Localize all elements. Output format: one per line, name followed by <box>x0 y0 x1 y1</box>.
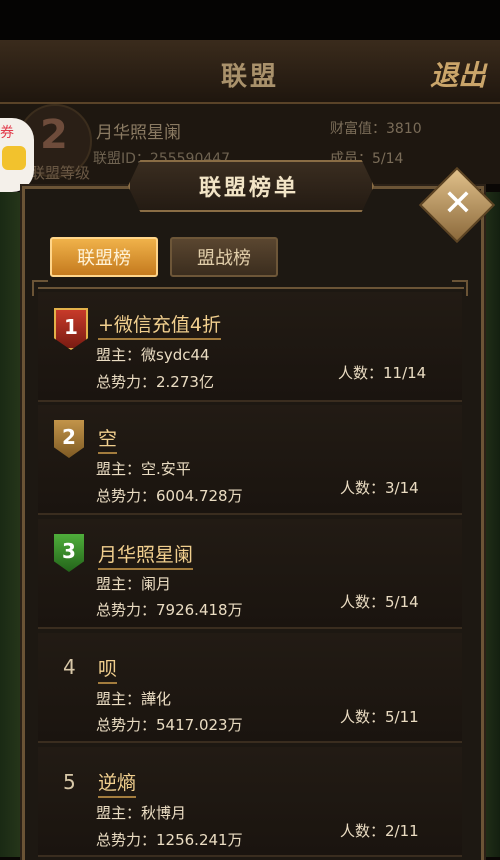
alliance-leader: 盟主：空.安平 <box>96 460 191 478</box>
alliance-level-label: 联盟等级 <box>30 164 91 182</box>
alliance-member-count: 人数：11/14 <box>338 364 427 382</box>
alliance-leader: 盟主：微sydc44 <box>96 346 210 364</box>
tab-divider <box>38 287 464 289</box>
alliance-power: 总势力：6004.728万 <box>96 487 243 505</box>
modal-title: 联盟榜单 <box>198 176 299 201</box>
alliance-leader: 盟主：阑月 <box>96 575 172 593</box>
alliance-leader: 盟主：譁化 <box>96 690 172 708</box>
tab-alliance-ranking[interactable]: 联盟榜 <box>50 237 158 277</box>
alliance-name[interactable]: +微信充值4折 <box>98 310 222 340</box>
rank-number: 5 <box>63 770 76 794</box>
alliance-member-count: 人数：5/11 <box>340 708 419 726</box>
alliance-power: 总势力：7926.418万 <box>96 601 243 619</box>
coupon-label: 券 <box>0 125 14 141</box>
alliance-name[interactable]: 呗 <box>98 654 118 684</box>
close-icon[interactable]: ✕ <box>430 178 486 234</box>
alliance-member-count: 人数：5/14 <box>340 593 419 611</box>
status-bar <box>0 0 500 40</box>
alliance-member-count: 人数：3/14 <box>340 479 419 497</box>
coupon-icon <box>2 146 26 170</box>
alliance-name[interactable]: 空 <box>98 424 118 454</box>
alliance-level-number: 2 <box>40 112 68 158</box>
alliance-power: 总势力：2.273亿 <box>96 373 214 391</box>
tab-alliance-war-ranking[interactable]: 盟战榜 <box>170 237 278 277</box>
alliance-member-count: 人数：2/11 <box>340 822 419 840</box>
exit-button[interactable]: 退出 <box>430 54 486 94</box>
background-scenery-left <box>0 192 22 857</box>
alliance-power: 总势力：1256.241万 <box>96 831 243 849</box>
rank-number: 4 <box>63 655 76 679</box>
alliance-name: 月华照星阑 <box>96 123 181 143</box>
alliance-name[interactable]: 月华照星阑 <box>98 540 194 570</box>
alliance-leader: 盟主：秋博月 <box>96 804 187 822</box>
background-title: 联盟 <box>220 62 279 92</box>
alliance-power: 总势力：5417.023万 <box>96 716 243 734</box>
alliance-name[interactable]: 逆熵 <box>98 768 137 798</box>
alliance-wealth: 财富值：3810 <box>330 121 422 137</box>
